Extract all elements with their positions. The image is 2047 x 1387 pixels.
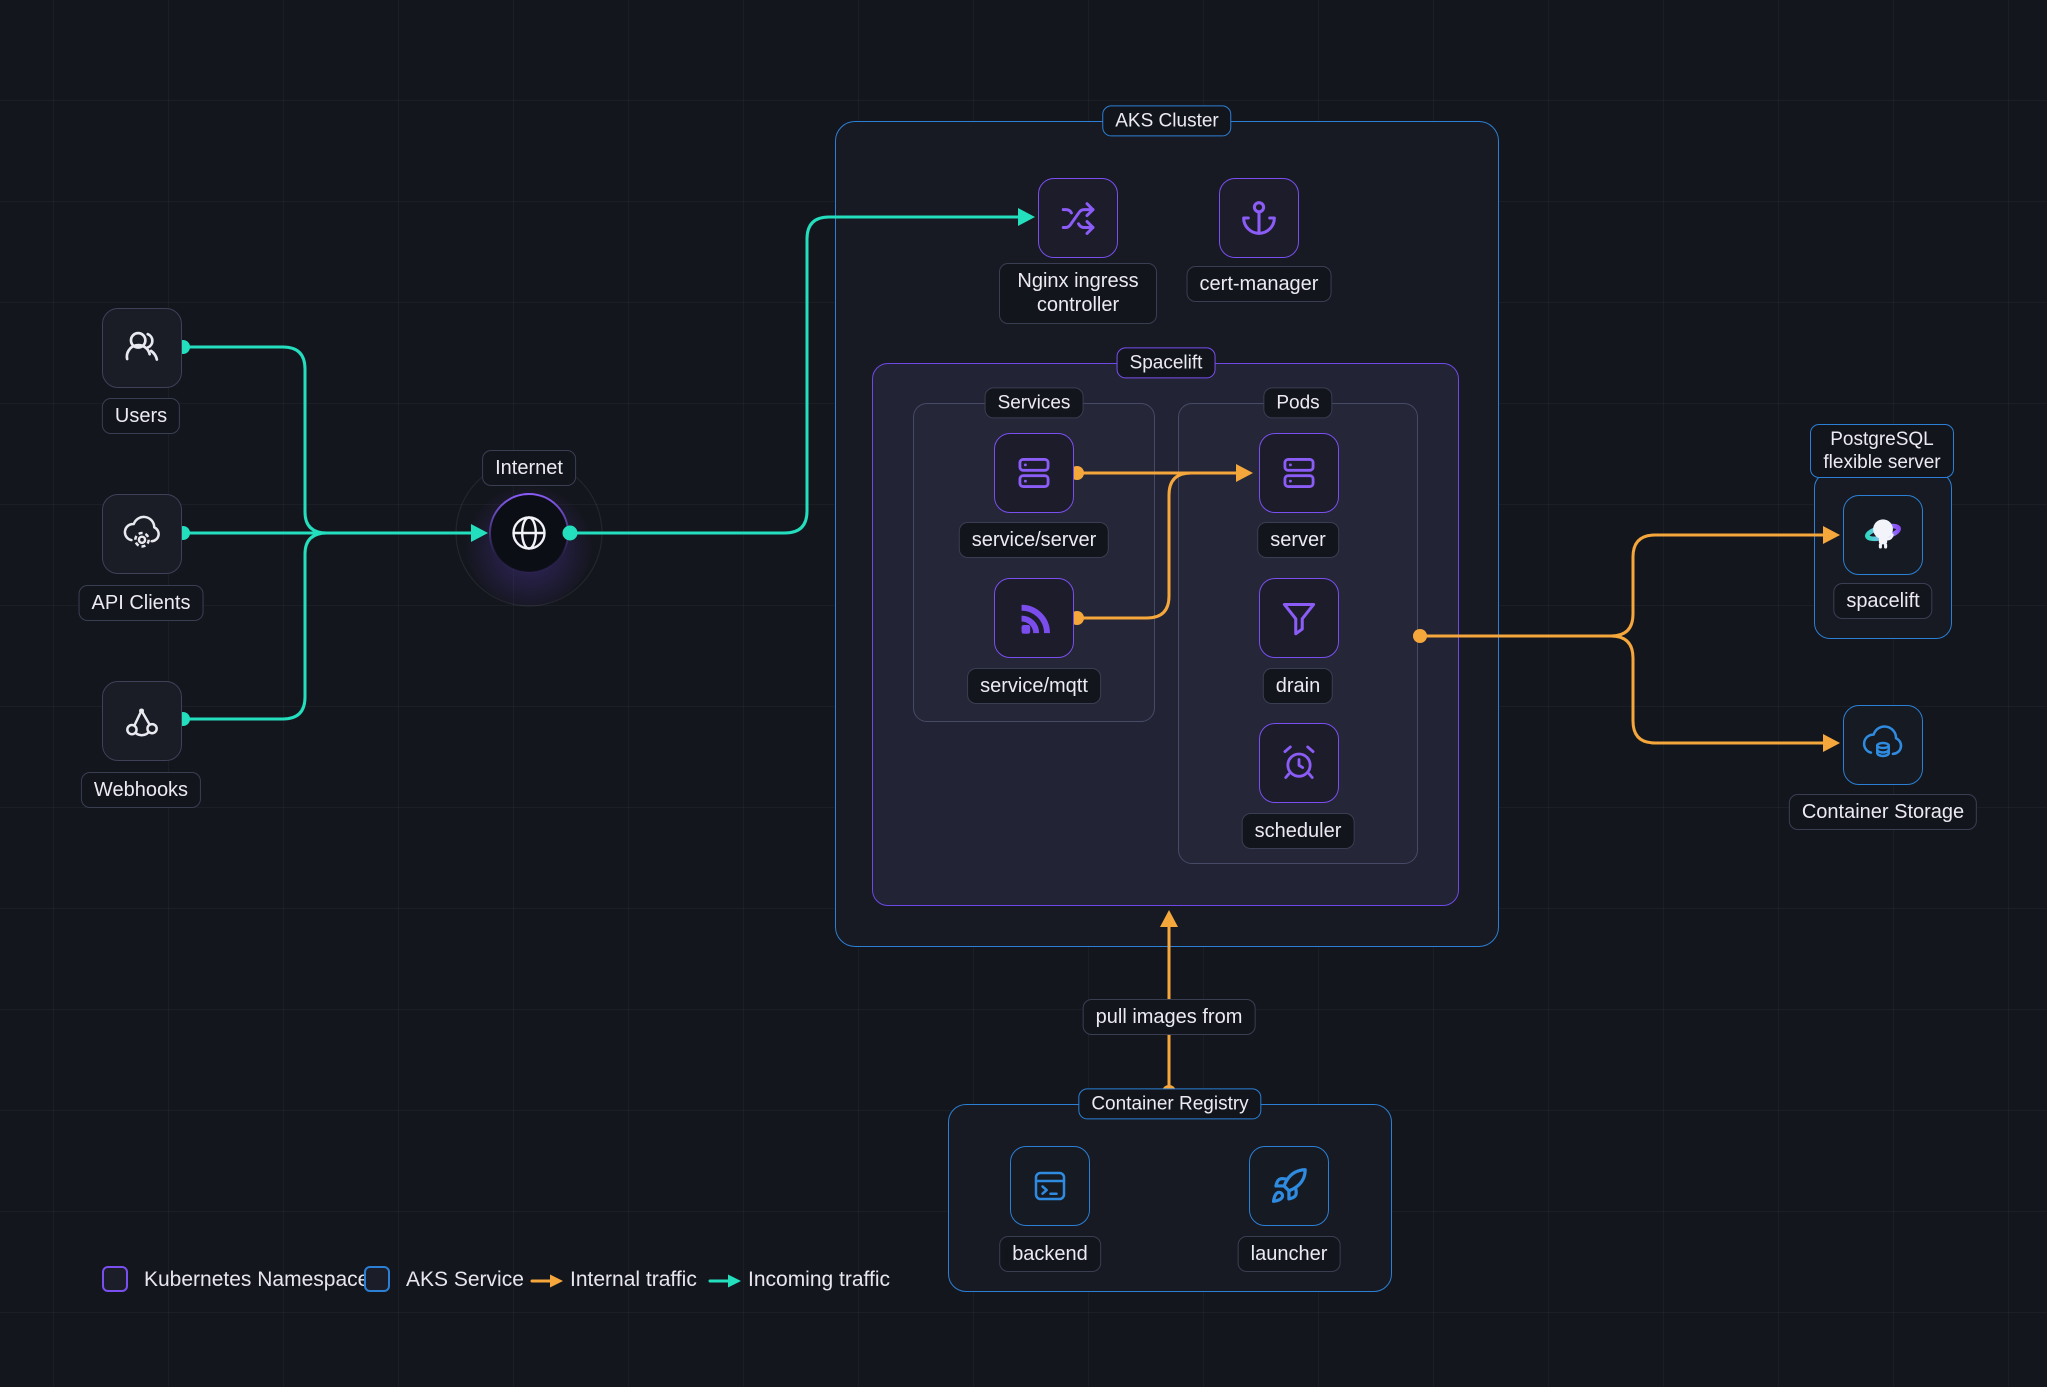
pod-drain-label: drain: [1263, 668, 1333, 704]
pod-server-node: [1259, 433, 1339, 513]
arrowhead-nginx: [1018, 208, 1035, 226]
legend-incoming-label: Incoming traffic: [748, 1268, 890, 1292]
pg-spacelift-node: [1843, 495, 1923, 575]
alarm-clock-icon: [1273, 737, 1325, 789]
anchor-icon: [1236, 195, 1282, 241]
legend-namespace-label: Kubernetes Namespaces: [144, 1268, 380, 1292]
legend-incoming-arrow-icon: [708, 1271, 744, 1291]
container-storage-node: [1843, 705, 1923, 785]
webhooks-label: Webhooks: [81, 772, 201, 808]
pods-label: Pods: [1263, 387, 1332, 418]
api-clients-node: [102, 494, 182, 574]
spacelift-namespace-label: Spacelift: [1117, 347, 1216, 378]
mqtt-rss-icon: [1008, 592, 1060, 644]
pull-images-label: pull images from: [1083, 999, 1256, 1035]
webhook-icon: [119, 698, 165, 744]
arrowhead-storage: [1823, 734, 1840, 752]
arrowhead-pullimages: [1160, 910, 1178, 927]
funnel-icon: [1273, 592, 1325, 644]
legend-aks-swatch: [364, 1266, 390, 1292]
pod-server-label: server: [1257, 522, 1339, 558]
service-server-label: service/server: [959, 522, 1109, 558]
server-icon: [1273, 447, 1325, 499]
edge-pods-postgres: [1420, 535, 1824, 636]
backend-node: [1010, 1146, 1090, 1226]
nginx-label: Nginx ingress controller: [999, 263, 1157, 324]
edge-pods-storage: [1420, 636, 1824, 743]
internet-label: Internet: [482, 450, 576, 486]
legend-aks-label: AKS Service: [406, 1268, 524, 1292]
pg-spacelift-label: spacelift: [1833, 583, 1932, 619]
dot-pods-out: [1413, 629, 1427, 643]
edge-webhooks-internet: [183, 533, 327, 719]
arrowhead-postgres: [1823, 526, 1840, 544]
arrowhead-internet: [471, 524, 488, 542]
launcher-node: [1249, 1146, 1329, 1226]
api-clients-label: API Clients: [79, 585, 204, 621]
cloud-gear-icon: [119, 511, 165, 557]
backend-label: backend: [999, 1236, 1101, 1272]
container-storage-label: Container Storage: [1789, 794, 1977, 830]
service-server-node: [994, 433, 1074, 513]
pod-scheduler-label: scheduler: [1242, 813, 1355, 849]
service-mqtt-node: [994, 578, 1074, 658]
pod-drain-node: [1259, 578, 1339, 658]
cert-manager-label: cert-manager: [1187, 266, 1332, 302]
users-icon: [119, 325, 165, 371]
users-label: Users: [102, 398, 180, 434]
rocket-icon: [1265, 1162, 1313, 1210]
server-icon: [1008, 447, 1060, 499]
cloud-database-icon: [1858, 720, 1908, 770]
users-node: [102, 308, 182, 388]
incoming-traffic-edges: [183, 217, 1020, 719]
edge-internet-nginx: [570, 217, 1020, 533]
legend-namespace-swatch: [102, 1266, 128, 1292]
spacelift-mascot-icon: [1858, 510, 1908, 560]
services-label: Services: [985, 387, 1084, 418]
terminal-icon: [1026, 1162, 1074, 1210]
edge-users-internet: [183, 347, 327, 533]
pod-scheduler-node: [1259, 723, 1339, 803]
legend-internal-arrow-icon: [530, 1271, 566, 1291]
launcher-label: launcher: [1238, 1236, 1341, 1272]
aks-cluster-label: AKS Cluster: [1102, 105, 1231, 136]
service-mqtt-label: service/mqtt: [967, 668, 1101, 704]
arrowhead-podserver: [1236, 464, 1253, 482]
cert-manager-node: [1219, 178, 1299, 258]
dot-internet-out: [563, 526, 578, 541]
nginx-ingress-node: [1038, 178, 1118, 258]
webhooks-node: [102, 681, 182, 761]
postgresql-label: PostgreSQL flexible server: [1810, 424, 1954, 478]
container-registry-label: Container Registry: [1078, 1088, 1261, 1119]
legend-internal-label: Internal traffic: [570, 1268, 697, 1292]
shuffle-icon: [1055, 195, 1101, 241]
